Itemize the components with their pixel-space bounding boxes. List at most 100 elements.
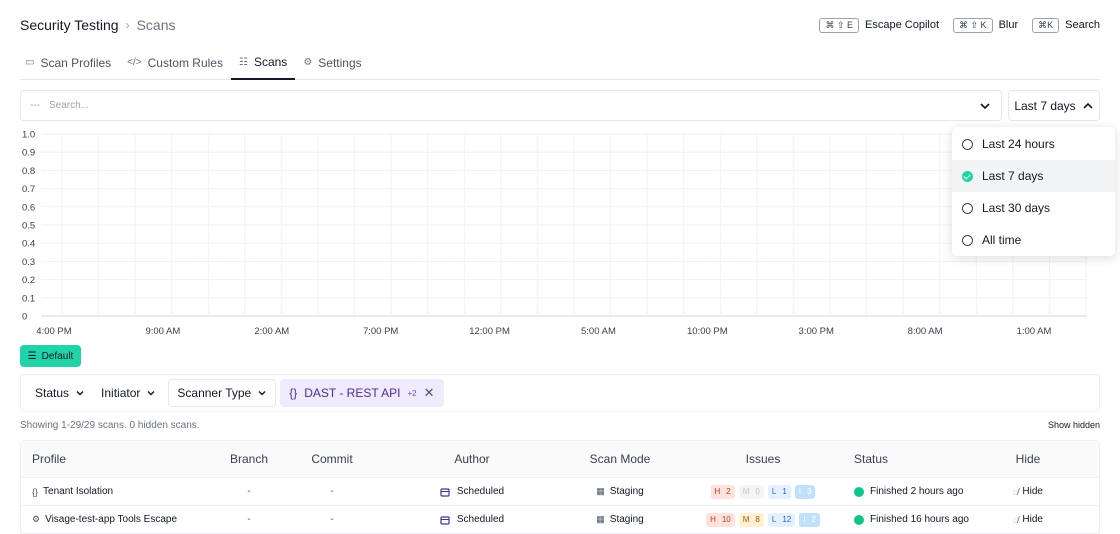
check-circle-icon [962, 170, 973, 182]
top-bar: Security Testing › Scans ⌘ ⇧ E Escape Co… [20, 14, 1100, 36]
info-issues-badge: I3 [794, 484, 816, 499]
status-text: Finished 16 hours ago [870, 514, 969, 525]
badge-count: 10 [721, 515, 731, 524]
tab-custom-rules[interactable]: </> Custom Rules [119, 46, 231, 79]
breadcrumb: Security Testing › Scans [20, 17, 176, 33]
scan-mode-label: Staging [609, 486, 644, 497]
hide-button[interactable]: ◌̸ Hide [995, 486, 1061, 497]
table-header: Profile Branch Commit Author Scan Mode I… [21, 441, 1099, 478]
y-tick-label: 0.7 [22, 184, 35, 195]
show-hidden-button[interactable]: Show hidden [1048, 420, 1100, 430]
table-row[interactable]: ⚙ Visage-test-app Tools Escape - - Sched… [21, 506, 1099, 534]
high-issues-badge: H2 [710, 484, 735, 499]
range-option-all-time[interactable]: All time [952, 224, 1115, 256]
medium-issues-badge: M0 [738, 484, 764, 499]
range-option-label: Last 30 days [982, 201, 1051, 215]
default-view-button[interactable]: ☰ Default [20, 345, 81, 367]
hide-button[interactable]: ◌̸ Hide [995, 514, 1061, 525]
active-filter-extra-count: +2 [407, 388, 417, 398]
column-header-author[interactable]: Author [385, 452, 559, 466]
badge-count: 1 [782, 487, 787, 496]
staging-icon: ▦ [596, 486, 605, 496]
low-issues-badge: L 12 [767, 512, 796, 527]
column-header-status[interactable]: Status [845, 452, 995, 466]
initiator-filter-label: Initiator [101, 386, 141, 400]
shortcut-escape-copilot-label[interactable]: Escape Copilot [865, 19, 939, 31]
close-icon[interactable]: ✕ [424, 385, 435, 401]
profile-name[interactable]: Tenant Isolation [43, 486, 113, 497]
badge-count: 2 [726, 487, 731, 496]
status-dot-icon [854, 486, 864, 497]
shortcut-search-keys: ⌘K [1032, 17, 1060, 33]
y-tick-label: 0.5 [22, 221, 35, 232]
shortcut-blur-keys: ⌘ ⇧ K [953, 17, 993, 33]
shortcut-search-label[interactable]: Search [1065, 19, 1100, 31]
status-filter-button[interactable]: Status [27, 379, 93, 407]
range-option-last-24-hours[interactable]: Last 24 hours [952, 128, 1115, 160]
badge-count: 12 [782, 515, 792, 524]
radio-icon [962, 202, 973, 214]
branch-cell: - [247, 514, 251, 525]
x-tick-label: 12:00 PM [469, 326, 510, 337]
range-option-last-30-days[interactable]: Last 30 days [952, 192, 1115, 224]
tab-settings[interactable]: ⚙ Settings [295, 46, 369, 79]
range-option-label: Last 24 hours [982, 137, 1055, 151]
badge-letter: L [771, 515, 777, 524]
scanner-type-filter-button[interactable]: Scanner Type [168, 379, 277, 407]
range-option-last-7-days[interactable]: Last 7 days [952, 160, 1115, 192]
column-header-scan-mode[interactable]: Scan Mode [559, 452, 681, 466]
issues-cell: H 10 M8 L 12 I2 [681, 512, 845, 527]
badge-count: 0 [755, 487, 760, 496]
staging-icon: ▦ [596, 514, 605, 524]
braces-icon: {} [32, 486, 39, 497]
scans-table: Profile Branch Commit Author Scan Mode I… [20, 440, 1100, 534]
tab-label: Settings [318, 55, 362, 70]
tab-label: Scans [253, 55, 288, 69]
list-icon: ☰ [27, 350, 37, 362]
status-dot-icon [854, 514, 864, 525]
search-bar: --- [20, 90, 1002, 121]
status-cell: Finished 16 hours ago [845, 514, 995, 525]
initiator-filter-button[interactable]: Initiator [93, 379, 164, 407]
info-issues-badge: I2 [799, 512, 820, 527]
gear-icon: ⚙ [32, 514, 41, 524]
time-range-button[interactable]: Last 7 days [1008, 90, 1100, 121]
commit-cell: - [330, 486, 334, 497]
badge-letter: H [710, 515, 716, 524]
x-tick-label: 10:00 PM [687, 326, 728, 337]
badge-letter: L [771, 487, 777, 496]
low-issues-badge: L1 [767, 484, 791, 499]
breadcrumb-root[interactable]: Security Testing [20, 17, 119, 33]
column-header-commit[interactable]: Commit [279, 452, 385, 466]
x-tick-label: 1:00 AM [1017, 326, 1052, 337]
y-tick-label: 0.6 [22, 202, 35, 213]
chevron-down-icon[interactable] [978, 99, 992, 113]
y-tick-label: 0.2 [22, 275, 35, 286]
gear-icon: ⚙ [303, 57, 313, 68]
y-tick-label: 0.4 [22, 239, 35, 250]
y-tick-label: 0.8 [22, 166, 35, 177]
high-issues-badge: H 10 [706, 512, 735, 527]
radio-icon [962, 234, 973, 246]
column-header-hide[interactable]: Hide [995, 452, 1061, 466]
tab-scan-profiles[interactable]: ▭ Scan Profiles [20, 46, 119, 79]
badge-letter: H [714, 487, 721, 496]
column-header-issues[interactable]: Issues [681, 452, 845, 466]
table-row[interactable]: {} Tenant Isolation - - Scheduled ▦ Stag… [21, 478, 1099, 506]
scan-mode-cell: ▦ Staging [559, 486, 681, 497]
tab-bar: ▭ Scan Profiles </> Custom Rules ☷ Scans… [20, 46, 1100, 80]
range-option-label: All time [982, 233, 1022, 247]
column-header-branch[interactable]: Branch [219, 452, 279, 466]
search-input[interactable] [49, 100, 978, 111]
list-icon: ☷ [238, 56, 248, 68]
x-tick-label: 2:00 AM [254, 326, 289, 337]
chevron-up-icon [1083, 102, 1093, 109]
shortcut-blur-label[interactable]: Blur [999, 19, 1019, 31]
profile-name[interactable]: Visage-test-app Tools Escape [45, 514, 177, 525]
column-header-profile[interactable]: Profile [21, 452, 219, 466]
shortcut-escape-copilot-keys: ⌘ ⇧ E [819, 17, 860, 33]
tab-scans[interactable]: ☷ Scans [230, 46, 296, 80]
active-filter-tag[interactable]: {} DAST - REST API +2 ✕ [280, 379, 444, 407]
code-icon: </> [127, 57, 142, 68]
active-filter-label: DAST - REST API [304, 386, 401, 400]
